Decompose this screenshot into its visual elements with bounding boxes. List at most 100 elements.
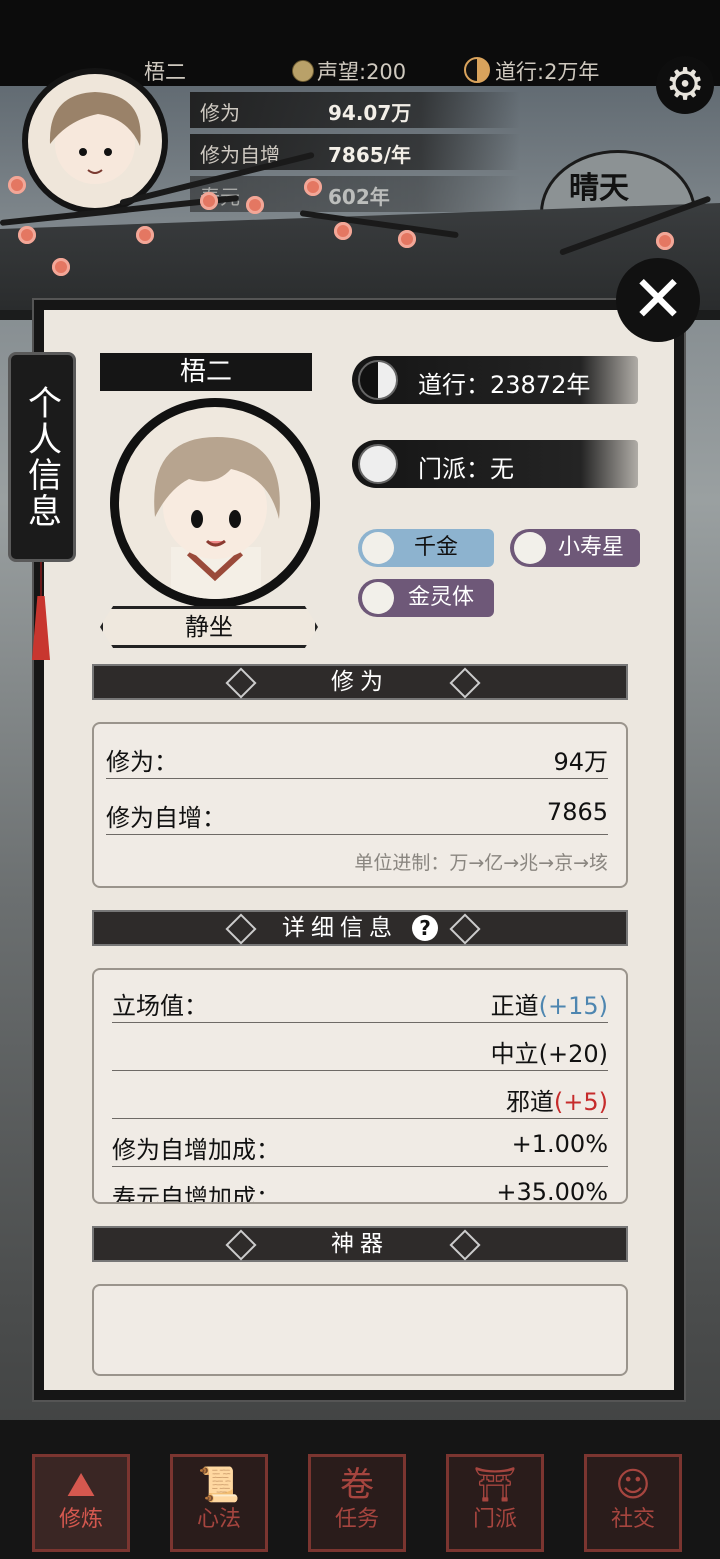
daoxing-text: 道行:2万年 [495,60,600,84]
row-label: 修为： [106,748,178,776]
settings-gear-button[interactable]: ⚙ [656,56,714,114]
stance-row-xiedao: 邪道(+5) [112,1070,608,1119]
trait-tag-jinlingti[interactable]: 金灵体 [358,579,494,617]
cultivation-box: 修为： 94万 修为自增： 7865 单位进制：万→亿→兆→京→垓 [92,722,628,888]
tab-personal-info[interactable]: 个人信息 [8,352,76,562]
sect-info: 门派：无 [352,440,638,488]
daoxing-value: 道行：23872年 [418,371,591,399]
stance-bonus: (+5) [553,1088,608,1116]
mountain-icon: ⛰ [66,1465,96,1505]
nav-sect-button[interactable]: ⛩ 门派 [446,1454,544,1552]
people-icon: ☺ [615,1465,651,1505]
stat-value: 602年 [328,185,390,209]
chibi-portrait-icon [154,437,280,599]
artifact-box[interactable] [92,1284,628,1376]
section-header-cultivation: 修为 [92,664,628,700]
row-value: 邪道(+5) [506,1082,608,1117]
diamond-ornament-icon [449,667,481,699]
close-button[interactable]: ✕ [616,258,700,342]
stat-life: 寿元 602年 [190,176,520,212]
close-icon: ✕ [631,263,685,337]
quest-scroll-icon: 卷 [340,1465,374,1505]
row-value: 7865 [546,798,608,826]
blossom-icon [304,178,322,196]
daoxing-display: 道行:2万年 [464,56,599,86]
stance-bonus: (+20) [538,1040,608,1068]
nav-label: 社交 [610,1507,655,1532]
player-avatar-small[interactable] [22,68,168,214]
row-value: 94万 [553,748,608,776]
stance-name: 正道 [490,992,539,1020]
nav-quest-button[interactable]: 卷 任务 [308,1454,406,1552]
yin-yang-icon [358,360,398,400]
stat-cultivation: 修为 94.07万 [190,92,520,128]
stance-row-zhengdao: 立场值： 正道(+15) [112,974,608,1023]
status-label: 静坐 [100,606,318,648]
blossom-icon [18,226,36,244]
diamond-ornament-icon [225,913,257,945]
tag-label: 千金 [414,535,459,560]
sect-value: 门派：无 [418,455,514,483]
trait-tag-qianjin[interactable]: 千金 [358,529,494,567]
weather-text: 晴天 [569,171,629,206]
stance-name: 邪道 [505,1088,554,1116]
row-label: 立场值： [112,992,208,1020]
blossom-icon [200,192,218,210]
temple-icon [358,444,398,484]
stance-name: 中立 [490,1040,539,1068]
character-name: 梧二 [100,353,312,391]
daoxing-info: 道行：23872年 [352,356,638,404]
blossom-icon [334,222,352,240]
row-label: 修为自增加成： [112,1136,280,1164]
nav-cultivate-button[interactable]: ⛰ 修炼 [32,1454,130,1552]
blossom-icon [8,176,26,194]
help-icon[interactable]: ? [412,915,438,941]
nav-social-button[interactable]: ☺ 社交 [584,1454,682,1552]
chibi-portrait-icon [49,92,141,184]
nav-technique-button[interactable]: 📜 心法 [170,1454,268,1552]
tab-label: 个人信息 [21,385,62,529]
stance-bonus: (+15) [538,992,608,1020]
life-bonus-row: 寿元自增加成： +35.00% [112,1166,608,1204]
blossom-icon [246,196,264,214]
stance-row-zhongli: 中立(+20) [112,1022,608,1071]
row-label: 修为自增： [106,804,226,832]
row-value: +1.00% [511,1130,608,1158]
character-portrait[interactable] [110,398,320,608]
nav-label: 任务 [334,1507,379,1532]
temple-icon: ⛩ [473,1465,517,1505]
cultivation-growth-row: 修为自增： 7865 [106,786,608,835]
scroll-icon [514,532,546,564]
section-title: 神器 [331,1231,389,1257]
gear-icon: ⚙ [665,59,705,110]
scroll-icon: 📜 [197,1465,241,1505]
stat-value: 7865/年 [328,143,411,167]
nav-label: 门派 [472,1507,517,1532]
reputation-display: 声望:200 [292,56,406,86]
row-value: +35.00% [496,1178,608,1204]
row-label: 寿元自增加成： [112,1184,280,1204]
row-value: 中立(+20) [491,1034,608,1069]
blossom-icon [398,230,416,248]
tag-label: 小寿星 [558,535,625,560]
scroll-icon [362,582,394,614]
trait-tag-xiaoshouxing[interactable]: 小寿星 [510,529,640,567]
blossom-icon [136,226,154,244]
section-title: 修为 [331,669,389,695]
stat-label: 修为 [200,101,240,125]
cultivation-row: 修为： 94万 [106,730,608,779]
diamond-ornament-icon [225,667,257,699]
tassel-decoration [32,562,50,662]
unit-note: 单位进制：万→亿→兆→京→垓 [354,852,608,874]
stat-growth: 修为自增 7865/年 [190,134,520,170]
details-box[interactable]: 立场值： 正道(+15) 中立(+20) 邪道(+5) 修为自增加成： +1.0… [92,968,628,1204]
blossom-icon [656,232,674,250]
section-header-details: 详细信息? [92,910,628,946]
diamond-ornament-icon [449,913,481,945]
coin-icon [292,60,314,82]
growth-bonus-row: 修为自增加成： +1.00% [112,1118,608,1167]
tag-label: 金灵体 [408,585,475,610]
nav-label: 心法 [196,1507,241,1532]
diamond-ornament-icon [225,1229,257,1261]
section-title: 详细信息 [282,915,398,941]
